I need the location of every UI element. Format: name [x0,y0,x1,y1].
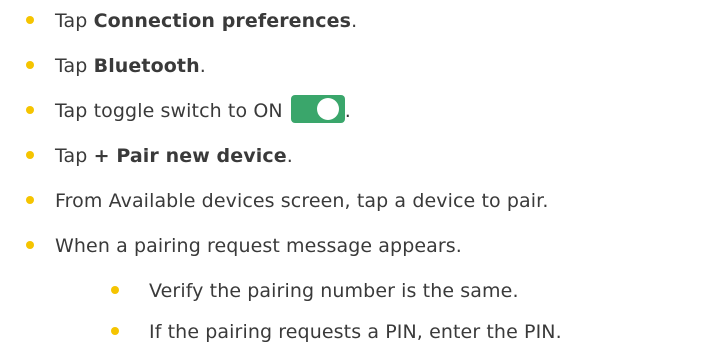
substep-text: Verify the pairing number is the same. [149,280,519,302]
step-text: From Available devices screen, tap a dev… [55,190,549,212]
bullet-icon [26,16,34,24]
bullet-icon [26,196,34,204]
step-text: When a pairing request message appears. [55,235,462,257]
bullet-icon [26,61,34,69]
bluetooth-label: Bluetooth [93,55,200,77]
bullet-icon [26,151,34,159]
step-text: Tap toggle switch to ON. [55,94,351,128]
step-text: Tap Bluetooth. [55,55,206,77]
bullet-icon [26,106,34,114]
toggle-switch-on-icon [290,95,345,123]
pair-new-device-label: + Pair new device [93,145,287,167]
bullet-icon [111,286,119,294]
instruction-list: Tap Connection preferences. Tap Bluetoot… [0,0,717,352]
bullet-icon [26,241,34,249]
step-text: Tap Connection preferences. [55,10,358,32]
bullet-icon [111,327,119,335]
step-text: Tap + Pair new device. [55,145,293,167]
substep-text: If the pairing requests a PIN, enter the… [149,321,562,343]
connection-preferences-label: Connection preferences [93,10,352,32]
toggle-knob [316,98,339,120]
